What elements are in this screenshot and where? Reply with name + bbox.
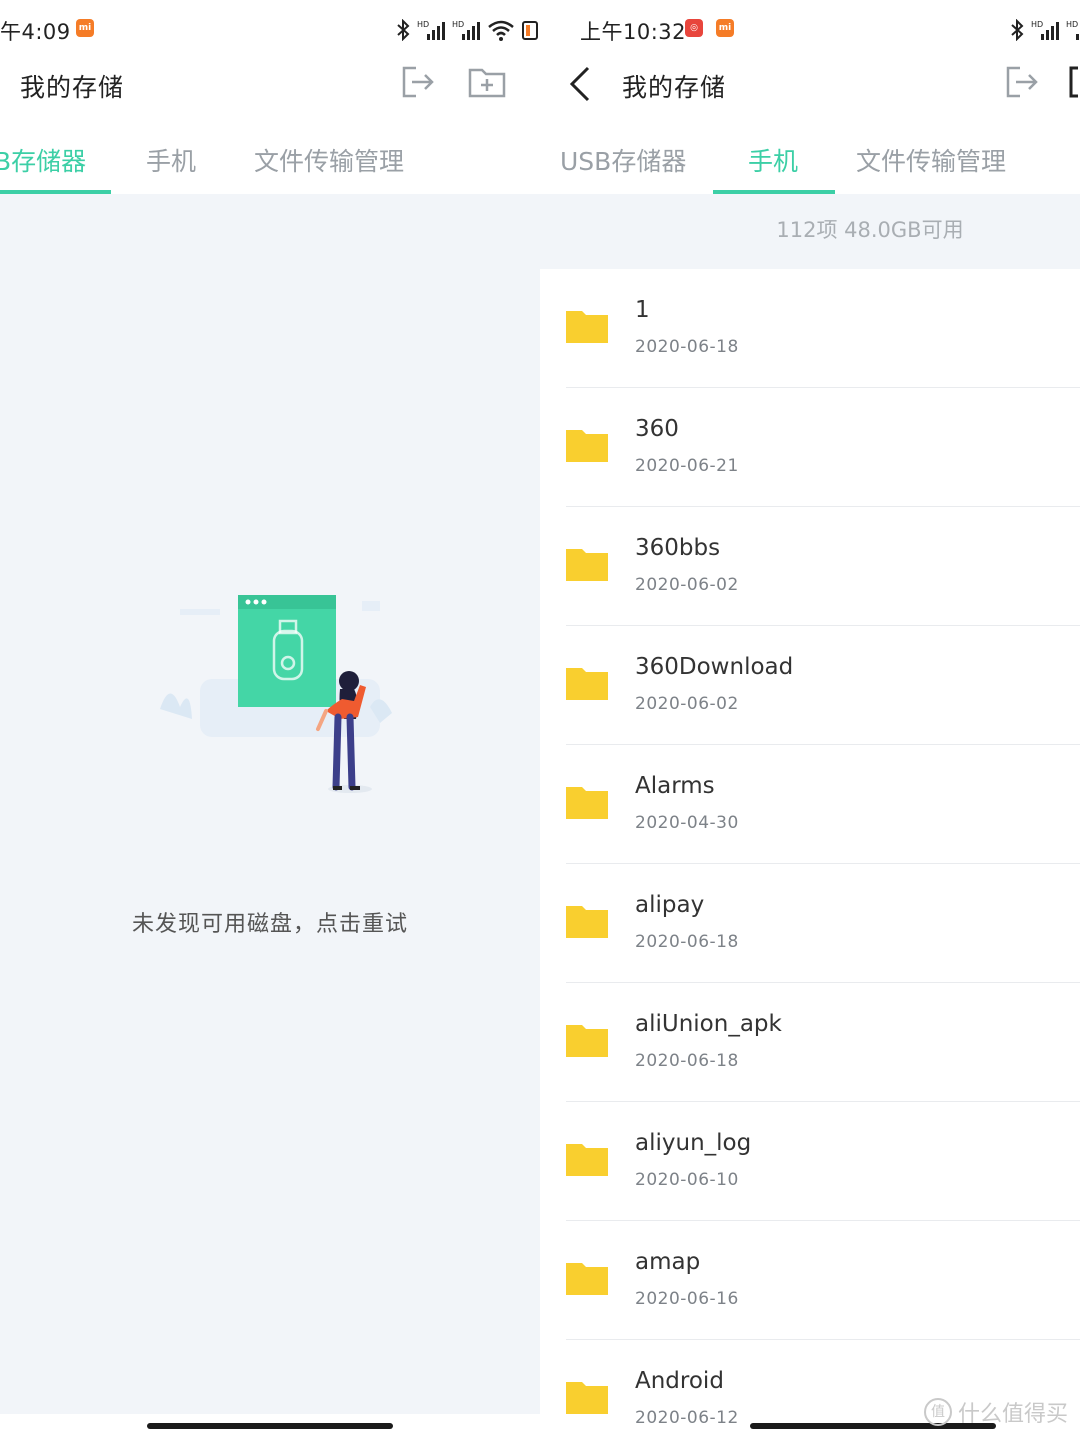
bluetooth-icon	[1011, 19, 1024, 41]
file-date: 2020-06-18	[635, 1051, 739, 1071]
empty-state-message[interactable]: 未发现可用磁盘，点击重试	[0, 906, 540, 938]
back-arrow-icon[interactable]	[562, 64, 602, 104]
usb-disk-illustration	[160, 595, 392, 793]
folder-icon	[566, 668, 608, 700]
folder-icon	[566, 1025, 608, 1057]
file-date: 2020-06-16	[635, 1289, 739, 1309]
list-item[interactable]: amap 2020-06-16	[540, 1221, 1080, 1340]
file-list: 1 2020-06-18 360 2020-06-21 360bbs 2020-…	[540, 269, 1080, 1428]
list-item[interactable]: Alarms 2020-04-30	[540, 745, 1080, 864]
svg-text:HD: HD	[1031, 20, 1043, 29]
tab-file-transfer[interactable]: 文件传输管理	[856, 142, 1006, 178]
file-name: 360	[635, 416, 679, 442]
file-date: 2020-04-30	[635, 813, 739, 833]
list-item[interactable]: aliyun_log 2020-06-10	[540, 1102, 1080, 1221]
folder-icon	[566, 906, 608, 938]
svg-text:HD: HD	[452, 20, 464, 29]
file-browser-area: 112项 48.0GB可用 1 2020-06-18 360 2020-06-2…	[540, 194, 1080, 1428]
battery-icon	[522, 21, 538, 40]
file-name: Alarms	[635, 773, 715, 799]
left-screen: 午4:09 mi HD HD 我的存储 B存储器 手机 文件传输管理 未发现可用…	[0, 0, 540, 1440]
folder-icon	[566, 1263, 608, 1295]
signal-icon-2: HD	[452, 20, 480, 40]
list-item[interactable]: 360Download 2020-06-02	[540, 626, 1080, 745]
exit-button[interactable]	[398, 62, 438, 102]
folder-icon	[566, 1382, 608, 1414]
empty-state-area[interactable]: 未发现可用磁盘，点击重试	[0, 194, 540, 1414]
tab-phone[interactable]: 手机	[146, 142, 196, 178]
status-time: 午4:09	[0, 20, 71, 44]
signal-icon-2: HD	[1066, 20, 1079, 40]
status-icons: HD HD	[1010, 17, 1080, 41]
watermark: 值 什么值得买	[923, 1396, 1068, 1428]
file-date: 2020-06-02	[635, 694, 739, 714]
status-icons: HD HD	[396, 17, 538, 41]
file-name: 360Download	[635, 654, 794, 680]
list-item[interactable]: aliUnion_apk 2020-06-18	[540, 983, 1080, 1102]
file-name: amap	[635, 1249, 701, 1275]
file-date: 2020-06-10	[635, 1170, 739, 1190]
home-indicator[interactable]	[147, 1423, 393, 1429]
file-name: aliUnion_apk	[635, 1011, 782, 1037]
tab-bar: USB存储器 手机 文件传输管理	[540, 128, 1080, 194]
list-item[interactable]: alipay 2020-06-18	[540, 864, 1080, 983]
tab-bar: B存储器 手机 文件传输管理	[0, 128, 540, 194]
svg-text:HD: HD	[1066, 20, 1078, 29]
new-folder-button[interactable]	[1068, 62, 1080, 102]
list-item[interactable]: 1 2020-06-18	[540, 269, 1080, 388]
right-screen: 上午10:32 ◎ mi HD HD 我的存储 USB存储器 手机 文件传输管理…	[540, 0, 1080, 1440]
folder-icon	[566, 787, 608, 819]
file-name: 360bbs	[635, 535, 721, 561]
svg-text:HD: HD	[417, 20, 429, 29]
wifi-icon	[488, 20, 514, 41]
tab-phone[interactable]: 手机	[748, 142, 798, 178]
page-title: 我的存储	[622, 73, 727, 102]
folder-icon	[566, 311, 608, 343]
folder-icon	[566, 1144, 608, 1176]
exit-button[interactable]	[1002, 62, 1042, 102]
tab-usb-storage[interactable]: USB存储器	[560, 142, 686, 178]
status-bar: 上午10:32 ◎ mi HD HD	[540, 0, 1080, 58]
folder-icon	[566, 549, 608, 581]
page-title: 我的存储	[20, 73, 125, 102]
signal-icon: HD	[417, 20, 445, 40]
notification-app-icon: ◎	[685, 19, 703, 37]
watermark-text: 什么值得买	[957, 1402, 1068, 1427]
file-name: alipay	[635, 892, 705, 918]
status-bar: 午4:09 mi HD HD	[0, 0, 540, 58]
status-time: 上午10:32	[580, 20, 687, 44]
file-name: aliyun_log	[635, 1130, 752, 1156]
signal-icon: HD	[1031, 20, 1059, 40]
folder-icon	[566, 430, 608, 462]
list-item[interactable]: 360bbs 2020-06-02	[540, 507, 1080, 626]
tab-usb-storage[interactable]: B存储器	[0, 142, 86, 178]
bluetooth-icon	[397, 19, 410, 41]
new-folder-button[interactable]	[467, 62, 507, 102]
file-name: 1	[635, 297, 650, 323]
file-date: 2020-06-02	[635, 575, 739, 595]
file-date: 2020-06-12	[635, 1408, 739, 1428]
app-header: 我的存储	[540, 58, 1080, 108]
file-date: 2020-06-21	[635, 456, 739, 476]
file-date: 2020-06-18	[635, 337, 739, 357]
app-header: 我的存储	[0, 58, 540, 108]
list-item[interactable]: 360 2020-06-21	[540, 388, 1080, 507]
file-name: Android	[635, 1368, 724, 1394]
file-date: 2020-06-18	[635, 932, 739, 952]
notification-app-icon: mi	[76, 19, 94, 37]
tab-file-transfer[interactable]: 文件传输管理	[254, 142, 404, 178]
storage-summary: 112项 48.0GB可用	[776, 218, 964, 242]
watermark-logo-icon: 值	[923, 1398, 952, 1426]
notification-app-icon-2: mi	[716, 19, 734, 37]
